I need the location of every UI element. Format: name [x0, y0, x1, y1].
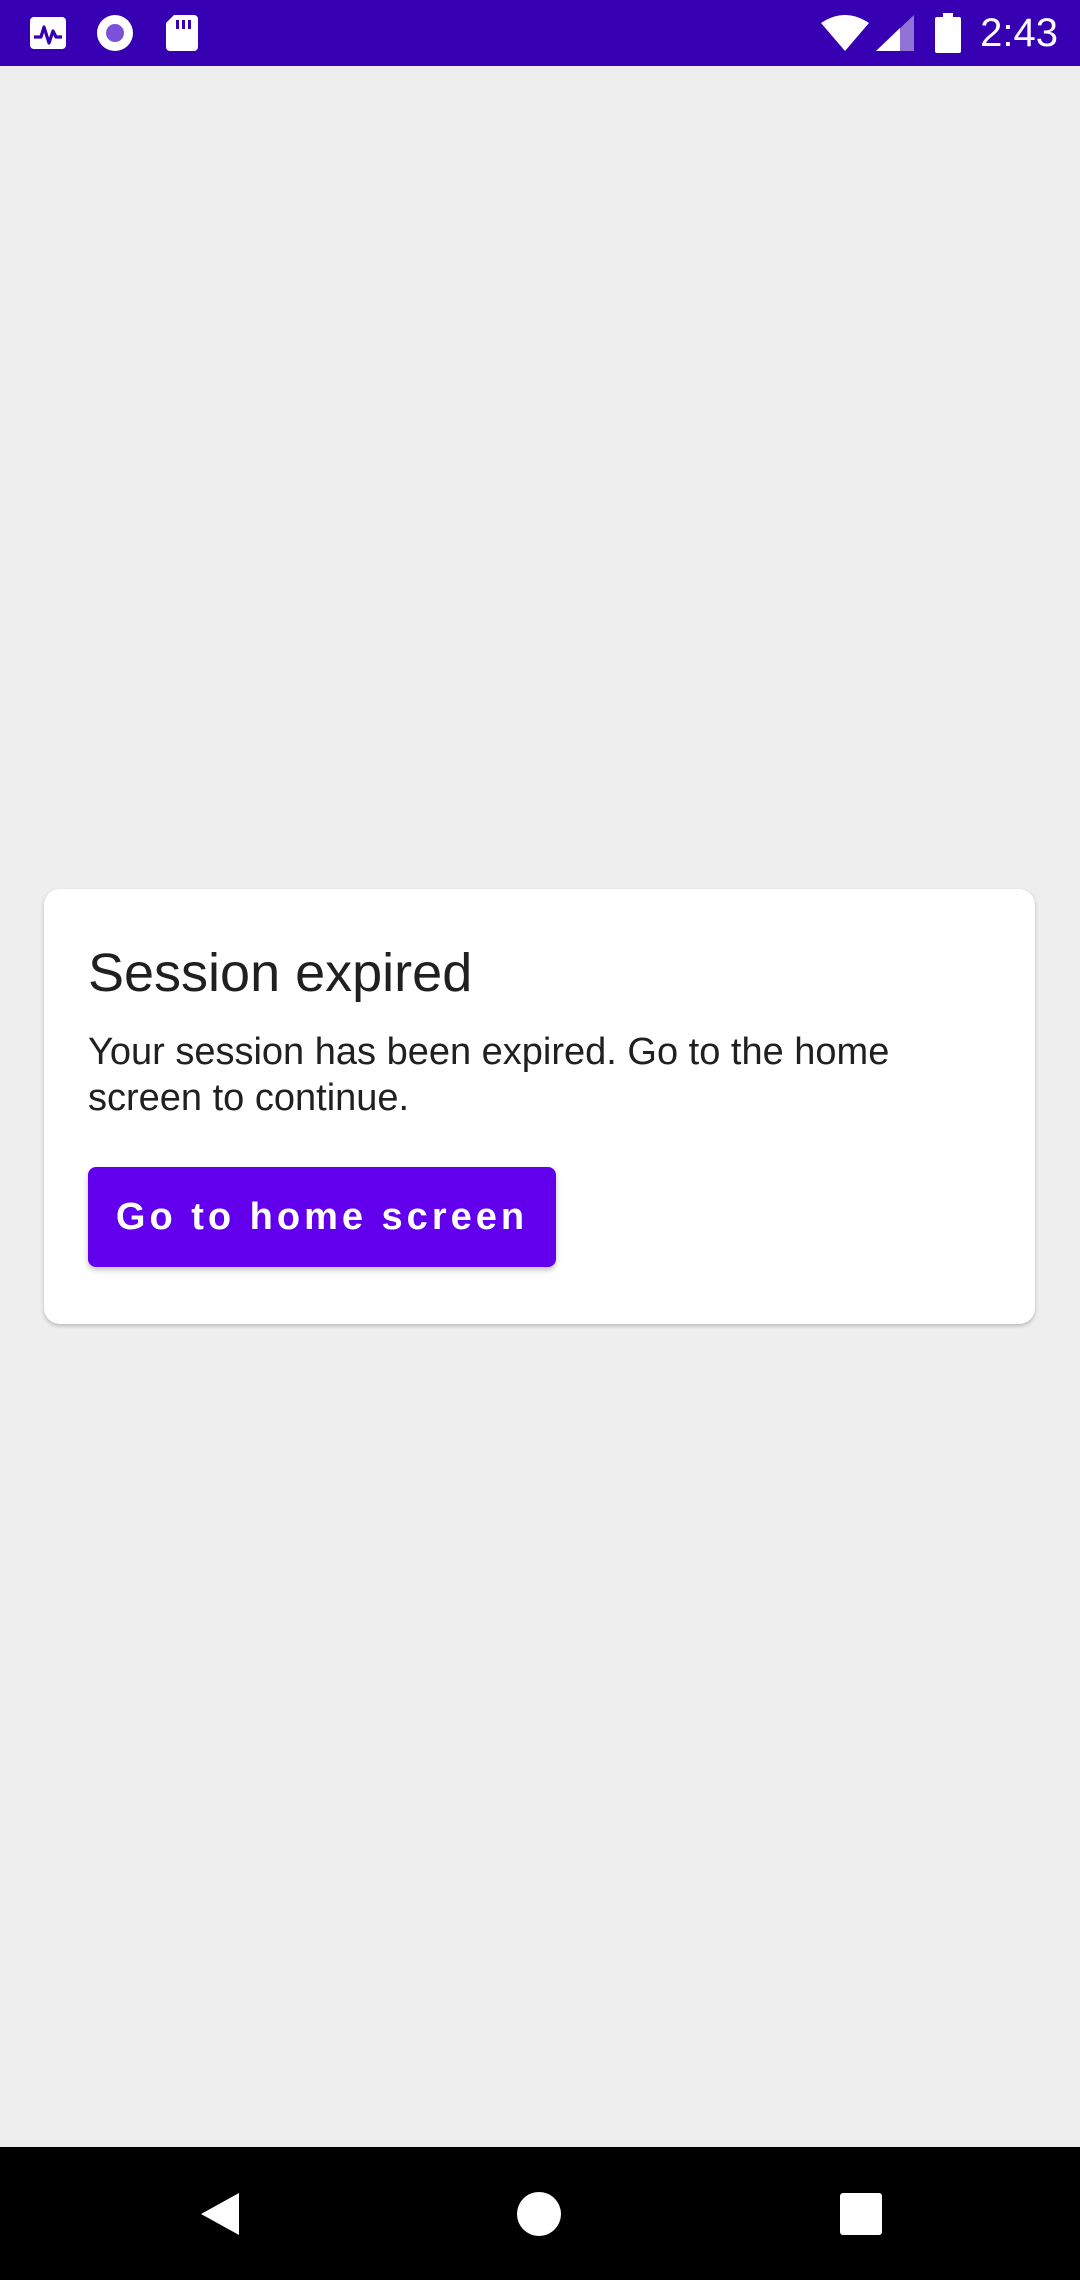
- status-time: 2:43: [980, 11, 1058, 55]
- back-icon[interactable]: [181, 2175, 259, 2253]
- battery-icon: [935, 13, 961, 53]
- sd-card-icon: [166, 15, 198, 51]
- status-bar: 2:43: [0, 0, 1080, 66]
- dialog-title: Session expired: [88, 943, 473, 1003]
- record-icon: [97, 15, 133, 51]
- navigation-bar: [0, 2147, 1080, 2280]
- session-expired-dialog: Session expired Your session has been ex…: [44, 889, 1035, 1324]
- go-to-home-screen-button[interactable]: Go to home screen: [88, 1167, 556, 1267]
- app-content: Session expired Your session has been ex…: [0, 66, 1080, 2147]
- dialog-message: Your session has been expired. Go to the…: [88, 1031, 890, 1119]
- signal-icon: [876, 15, 914, 51]
- activity-icon: [30, 17, 66, 49]
- wifi-icon: [821, 15, 869, 51]
- recents-icon[interactable]: [822, 2175, 900, 2253]
- home-icon[interactable]: [500, 2175, 578, 2253]
